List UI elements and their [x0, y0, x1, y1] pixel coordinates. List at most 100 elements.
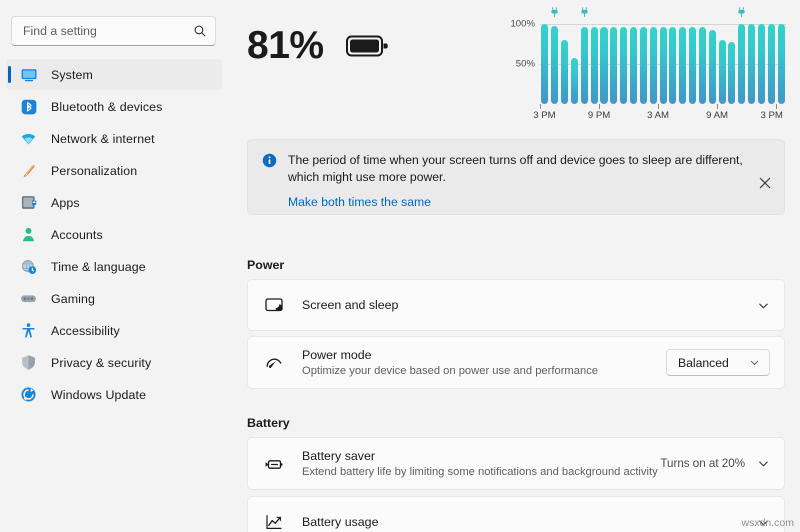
chart-line-icon — [266, 514, 282, 529]
info-banner: The period of time when your screen turn… — [247, 139, 785, 215]
search-input[interactable] — [23, 17, 193, 45]
sidebar-item-label: Accessibility — [51, 323, 120, 338]
screen-and-sleep-row[interactable]: Screen and sleep — [247, 279, 785, 331]
chart-plot-area: 100% 50% — [510, 19, 786, 104]
y-tick-label-50: 50% — [515, 58, 535, 70]
info-banner-row: The period of time when your screen turn… — [262, 152, 770, 186]
chart-bar — [698, 27, 706, 104]
sidebar-item-label: Time & language — [51, 259, 146, 274]
chart-bar — [708, 30, 716, 104]
chart-bar — [629, 27, 638, 104]
sidebar-item-label: Personalization — [51, 163, 138, 178]
sidebar-item-windows-update[interactable]: Windows Update — [6, 379, 222, 410]
info-banner-text: The period of time when your screen turn… — [288, 153, 743, 184]
chart-bar — [748, 24, 756, 104]
battery-levels-chart: Battery levels View detailed info 100% 5… — [502, 0, 792, 128]
apps-icon — [21, 196, 37, 209]
settings-window: System Bluetooth & devices Network & inter… — [0, 0, 800, 532]
close-icon[interactable] — [758, 176, 772, 190]
x-axis-tick — [540, 104, 541, 109]
chart-bar — [570, 57, 578, 104]
screen-and-sleep-title: Screen and sleep — [302, 298, 399, 312]
power-mode-controls: Balanced — [666, 349, 770, 376]
chevron-down-icon[interactable] — [757, 299, 770, 312]
power-section-heading: Power — [247, 258, 285, 272]
plug-icon — [581, 7, 588, 18]
sidebar-item-gaming[interactable]: Gaming — [6, 283, 222, 314]
x-tick-label: 3 AM — [647, 110, 670, 121]
sidebar-item-bluetooth-devices[interactable]: Bluetooth & devices — [6, 91, 222, 122]
accessibility-icon — [22, 323, 35, 338]
chevron-down-icon[interactable] — [757, 457, 770, 470]
speedometer-icon — [266, 358, 282, 368]
sidebar-item-label: Windows Update — [51, 387, 147, 402]
battery-saver-row[interactable]: Battery saver Extend battery life by lim… — [247, 437, 785, 490]
screen-sleep-icon — [265, 298, 283, 312]
battery-usage-row[interactable]: Battery usage — [247, 496, 785, 532]
battery-saver-subtitle: Extend battery life by limiting some not… — [302, 465, 658, 478]
sidebar-item-accounts[interactable]: Accounts — [6, 219, 222, 250]
chart-bar — [590, 27, 598, 104]
search-container — [0, 0, 230, 46]
chart-bar — [541, 24, 549, 104]
make-both-times-the-same-link[interactable]: Make both times the same — [288, 195, 431, 209]
chart-bar — [728, 41, 736, 104]
chart-bar — [639, 27, 647, 104]
sidebar-item-label: Accounts — [51, 227, 103, 242]
search-box[interactable] — [11, 16, 216, 46]
sidebar-item-system[interactable]: System — [6, 59, 222, 90]
power-mode-texts: Power mode Optimize your device based on… — [302, 347, 666, 379]
x-axis-tick — [658, 104, 660, 109]
chart-bar — [679, 27, 687, 104]
power-mode-row[interactable]: Power mode Optimize your device based on… — [247, 336, 785, 389]
power-mode-value: Balanced — [678, 355, 729, 370]
sidebar-item-apps[interactable]: Apps — [6, 187, 222, 218]
chart-x-axis: 3 PM 9 PM 3 AM 9 AM 3 PM — [533, 104, 786, 121]
power-mode-title: Power mode — [302, 347, 372, 362]
power-mode-dropdown[interactable]: Balanced — [666, 349, 770, 376]
chart-bar — [738, 24, 746, 104]
chart-bar — [689, 27, 697, 104]
sidebar-item-privacy-security[interactable]: Privacy & security — [6, 347, 222, 378]
battery-saver-icon — [265, 459, 283, 469]
search-icon — [194, 25, 206, 37]
wifi-icon — [21, 134, 36, 145]
x-tick-label: 9 AM — [706, 110, 729, 121]
sidebar-nav: System Bluetooth & devices Network & inter… — [0, 59, 230, 410]
battery-percentage: 81% — [247, 24, 324, 67]
sidebar-item-label: Apps — [51, 195, 80, 210]
y-tick-label-100: 100% — [510, 18, 535, 30]
chevron-down-icon — [750, 360, 759, 366]
x-axis-tick — [599, 104, 601, 109]
battery-usage-title: Battery usage — [302, 515, 379, 529]
update-icon — [21, 387, 36, 402]
chart-bar — [600, 27, 608, 104]
chart-bar — [757, 24, 766, 104]
plug-icon — [551, 7, 558, 18]
sidebar-item-personalization[interactable]: Personalization — [6, 155, 222, 186]
battery-saver-title: Battery saver — [302, 448, 375, 463]
chart-bar — [767, 24, 775, 104]
chart-bar — [777, 24, 785, 104]
globe-clock-icon — [21, 259, 37, 274]
chart-bar — [610, 27, 618, 104]
sidebar-item-label: System — [51, 67, 93, 82]
gamepad-icon — [21, 295, 36, 303]
sidebar-item-label: Gaming — [51, 291, 95, 306]
sidebar-item-label: Bluetooth & devices — [51, 99, 163, 114]
sidebar-item-time-language[interactable]: Time & language — [6, 251, 222, 282]
sidebar-item-network-internet[interactable]: Network & internet — [6, 123, 222, 154]
person-icon — [23, 227, 34, 242]
sidebar-item-label: Privacy & security — [51, 355, 152, 370]
battery-usage-texts: Battery usage — [302, 514, 757, 530]
battery-summary: 81% — [247, 26, 388, 65]
power-mode-subtitle: Optimize your device based on power use … — [302, 364, 599, 377]
screen-and-sleep-texts: Screen and sleep — [302, 297, 757, 313]
chart-bar — [659, 27, 667, 104]
battery-saver-value: Turns on at 20% — [660, 457, 745, 470]
sidebar-item-accessibility[interactable]: Accessibility — [6, 315, 222, 346]
battery-saver-texts: Battery saver Extend battery life by lim… — [302, 448, 660, 480]
chart-bar — [551, 25, 559, 104]
chart-bar — [580, 27, 588, 104]
x-tick-label: 3 PM — [533, 110, 556, 121]
